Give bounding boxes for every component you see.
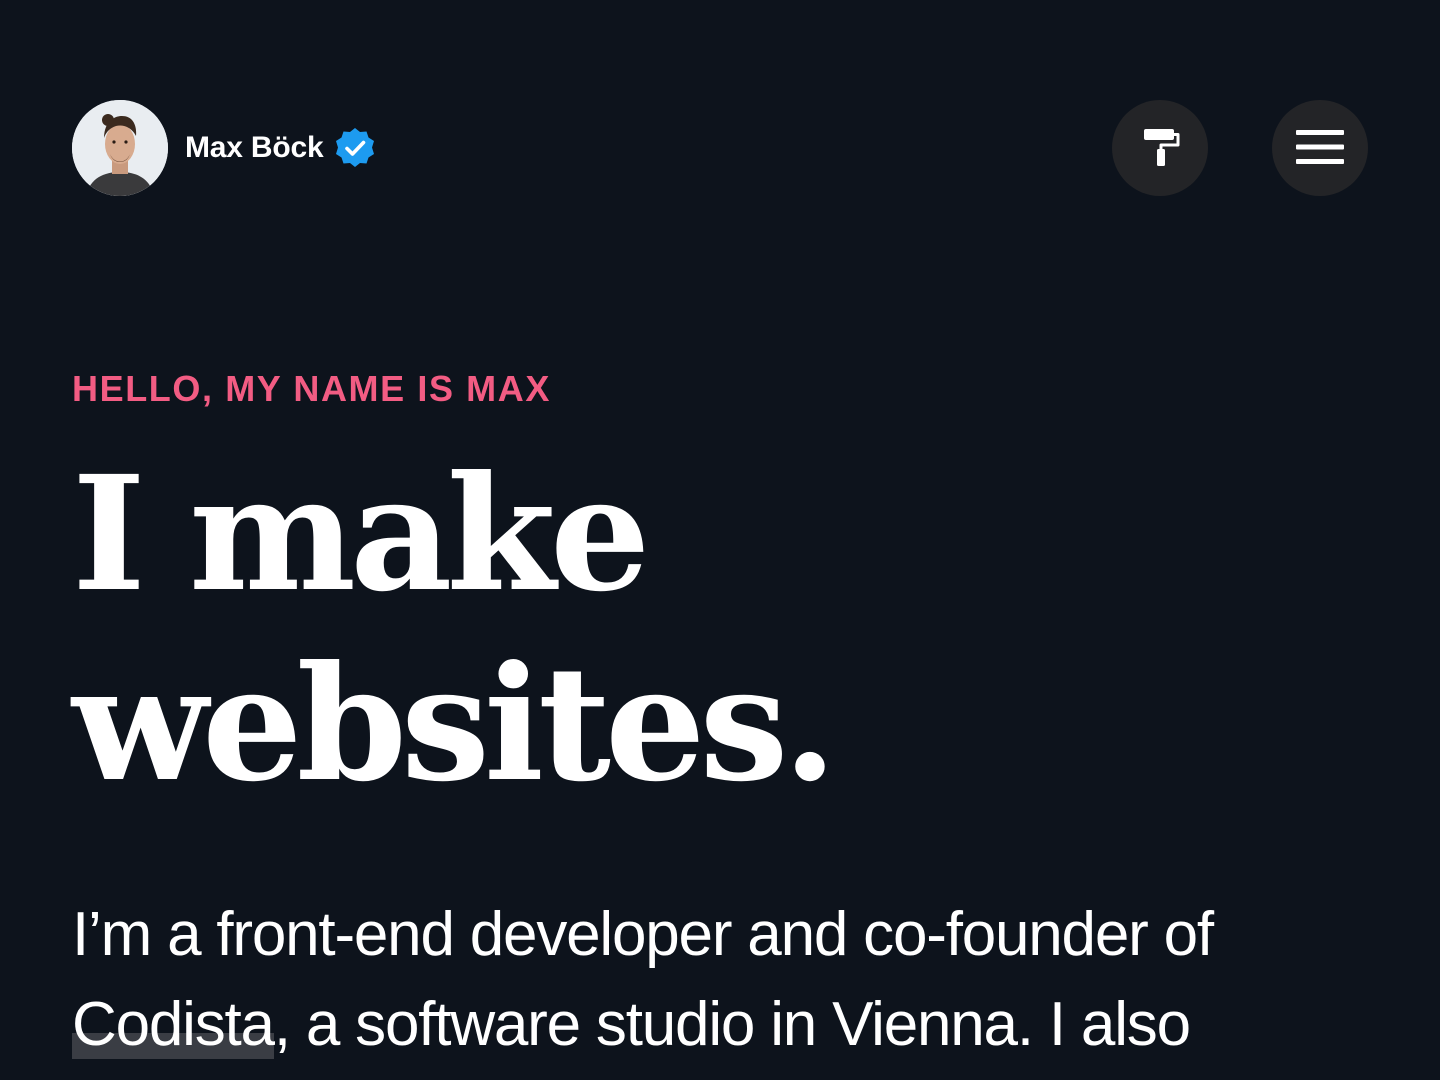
- hamburger-menu-icon: [1296, 128, 1344, 169]
- paint-roller-icon: [1140, 125, 1180, 172]
- hero-intro: I’m a front-end developer and co-founder…: [72, 890, 1368, 1070]
- codista-link[interactable]: Codista: [72, 990, 275, 1059]
- home-link[interactable]: Max Böck: [72, 100, 377, 196]
- avatar: [72, 100, 168, 196]
- site-name: Max Böck: [185, 131, 324, 164]
- hero-headline: I make websites.: [72, 440, 837, 820]
- site-header: Max Böck: [72, 100, 1368, 196]
- verified-badge-icon: [333, 126, 377, 170]
- intro-text-2: , a software studio in Vienna. I also: [273, 990, 1191, 1059]
- theme-button[interactable]: [1112, 100, 1208, 196]
- hero-eyebrow: HELLO, MY NAME IS MAX: [72, 368, 551, 409]
- menu-button[interactable]: [1272, 100, 1368, 196]
- headline-line-1: I make: [72, 442, 650, 627]
- headline-line-2: websites.: [72, 632, 837, 817]
- intro-text-1: I’m a front-end developer and co-founder…: [72, 900, 1214, 969]
